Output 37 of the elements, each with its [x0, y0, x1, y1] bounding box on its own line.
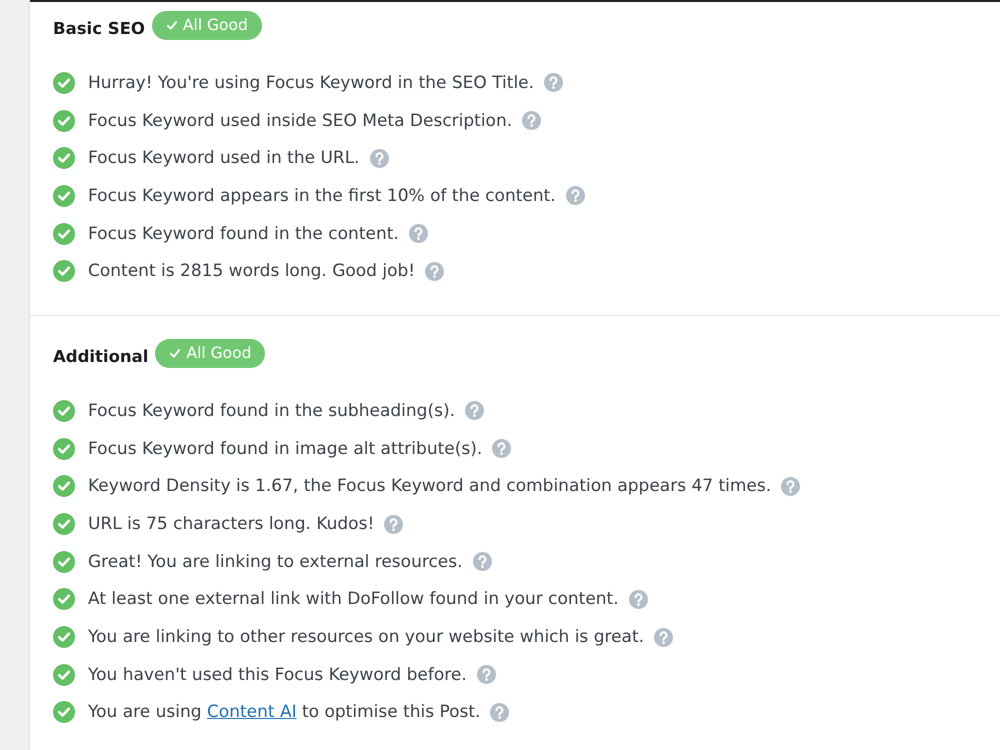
check-message: Hurray! You're using Focus Keyword in the SEO Title. — [88, 72, 534, 93]
help-icon[interactable] — [781, 476, 800, 496]
help-icon[interactable] — [628, 590, 648, 609]
check-message: Focus Keyword used inside SEO Meta Description. — [88, 110, 512, 131]
check-message: Focus Keyword found in image alt attribute(s). — [88, 438, 482, 459]
check-message: Great! You are linking to external resources. — [88, 552, 463, 572]
check-message: Focus Keyword used in the URL. — [88, 148, 360, 168]
check-message: You are using Content AI to optimise this Post. — [88, 702, 480, 722]
help-icon[interactable] — [654, 628, 674, 647]
help-icon[interactable] — [476, 665, 496, 684]
help-icon[interactable] — [472, 552, 492, 572]
help-icon[interactable] — [370, 148, 389, 168]
check-message: Focus Keyword appears in the first 10% of the content. — [88, 186, 556, 206]
help-icon[interactable] — [492, 439, 512, 458]
help-icon[interactable] — [408, 224, 428, 244]
check-message: Focus Keyword found in the subheading(s). — [88, 400, 455, 421]
section-heading: Additional — [53, 346, 148, 366]
help-icon[interactable] — [544, 73, 564, 92]
check-icon — [170, 348, 180, 358]
check-message: Keyword Density is 1.67, the Focus Keyword and combination appears 47 times. — [88, 476, 772, 496]
help-icon[interactable] — [464, 401, 484, 420]
badge-label: All Good — [186, 344, 252, 362]
check-message: URL is 75 characters long. Kudos! — [88, 514, 374, 534]
check-message: Focus Keyword found in the content. — [88, 224, 399, 244]
section-heading: Basic SEO — [53, 18, 145, 38]
help-icon[interactable] — [490, 702, 510, 722]
content-ai-link[interactable]: Content AI — [206, 702, 297, 722]
check-message: You haven't used this Focus Keyword before. — [88, 664, 467, 685]
check-icon — [166, 20, 177, 30]
help-icon[interactable] — [566, 186, 585, 206]
check-message: Content is 2815 words long. Good job! — [88, 261, 416, 282]
badge-label: All Good — [182, 16, 248, 34]
help-icon[interactable] — [522, 111, 542, 130]
help-icon[interactable] — [425, 262, 444, 281]
check-message: At least one external link with DoFollow found in your content. — [88, 589, 619, 610]
check-message: You are linking to other resources on your website which is great. — [88, 627, 644, 648]
help-icon[interactable] — [384, 514, 404, 534]
